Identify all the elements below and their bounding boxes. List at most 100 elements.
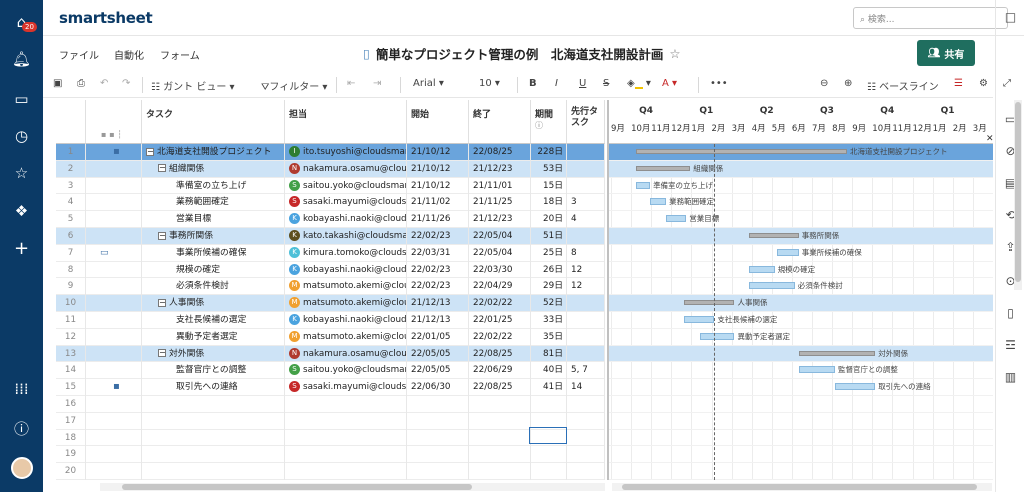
duration-cell[interactable]: 20日	[531, 211, 567, 228]
assignee-cell[interactable]: Mmatsumoto.akemi@clouds	[285, 295, 407, 312]
predecessor-cell[interactable]	[567, 328, 605, 346]
end-date-cell[interactable]: 22/08/25	[469, 379, 531, 396]
row-number[interactable]: 3	[56, 177, 86, 195]
table-row[interactable]: 15 ▪ 取引先への連絡 Ssasaki.mayumi@cloudsm 22/06/30…	[56, 379, 605, 396]
assignee-cell[interactable]: Ssaitou.yoko@cloudsmart	[285, 362, 407, 380]
row-icons[interactable]	[86, 278, 142, 296]
share-button[interactable]: 👥︎ 共有	[917, 40, 975, 66]
favorite-star-icon[interactable]: ☆	[669, 46, 680, 61]
row-number[interactable]: 2	[56, 160, 86, 178]
row-number[interactable]: 15	[56, 379, 86, 396]
summary-icon[interactable]: ▯	[996, 306, 1024, 320]
task-cell[interactable]: 規模の確定	[142, 261, 285, 279]
table-row[interactable]: 8 規模の確定 Kkobayashi.naoki@clouds 22/02/23 22/…	[56, 261, 605, 279]
bell-icon[interactable]: 🔔︎	[0, 50, 43, 68]
end-date-cell[interactable]: 22/05/04	[469, 244, 531, 262]
assignee-cell[interactable]: Iito.tsuyoshi@cloudsmart	[285, 144, 407, 161]
task-cell[interactable]: 営業目標	[142, 211, 285, 228]
row-icons[interactable]	[86, 429, 142, 447]
task-cell[interactable]	[142, 396, 285, 413]
duration-cell[interactable]	[531, 396, 567, 413]
table-row[interactable]: 19	[56, 446, 605, 464]
end-date-cell[interactable]: 21/12/23	[469, 160, 531, 178]
predecessor-cell[interactable]	[567, 160, 605, 178]
table-row[interactable]: 9 必須条件検討 Mmatsumoto.akemi@clouds22/02/2322…	[56, 278, 605, 296]
table-row[interactable]: 5 営業目標 Kkobayashi.naoki@clouds 21/11/26 21/1…	[56, 211, 605, 228]
end-date-cell[interactable]	[469, 429, 531, 447]
row-number[interactable]: 6	[56, 228, 86, 245]
expand-icon[interactable]: ⤢	[1003, 78, 1011, 89]
end-date-cell[interactable]: 22/08/25	[469, 345, 531, 363]
duration-cell[interactable]: 51日	[531, 228, 567, 245]
predecessor-cell[interactable]: 8	[567, 244, 605, 262]
start-date-cell[interactable]	[407, 463, 469, 480]
undo-icon[interactable]: ↶	[100, 78, 108, 89]
task-cell[interactable]	[142, 429, 285, 447]
assignee-cell[interactable]: Nnakamura.osamu@clouds	[285, 160, 407, 178]
gantt-bar[interactable]	[700, 332, 735, 340]
underline-icon[interactable]: U	[579, 78, 586, 89]
gantt-bar[interactable]	[636, 165, 691, 171]
start-date-cell[interactable]	[407, 412, 469, 430]
gantt-bar[interactable]	[684, 300, 735, 306]
save-icon[interactable]: ▣	[53, 78, 62, 89]
start-date-cell[interactable]: 22/02/23	[407, 228, 469, 245]
predecessor-cell[interactable]: 12	[567, 261, 605, 279]
row-icons[interactable]	[86, 194, 142, 212]
predecessor-cell[interactable]	[567, 429, 605, 447]
zoom-in-icon[interactable]: ⊕	[844, 78, 852, 89]
duration-cell[interactable]: 29日	[531, 278, 567, 296]
end-date-cell[interactable]: 21/12/23	[469, 211, 531, 228]
row-icons[interactable]	[86, 228, 142, 245]
duration-cell[interactable]: 53日	[531, 160, 567, 178]
gantt-bar[interactable]	[834, 383, 876, 391]
font-dropdown[interactable]: Arial ▾	[413, 78, 444, 89]
predecessor-cell[interactable]	[567, 345, 605, 363]
fill-color-icon[interactable]: ◈ ▾	[627, 78, 651, 89]
table-row[interactable]: 6− 事務所関係 Kkato.takashi@cloudsmar 22/02/23 22…	[56, 228, 605, 245]
task-cell[interactable]: − 事務所関係	[142, 228, 285, 245]
predecessor-cell[interactable]: 5, 7	[567, 362, 605, 380]
table-row[interactable]: 17	[56, 412, 605, 430]
start-date-cell[interactable]: 21/10/12	[407, 144, 469, 161]
task-cell[interactable]: 監督官庁との調整	[142, 362, 285, 380]
row-number[interactable]: 8	[56, 261, 86, 279]
table-row[interactable]: 2− 組織関係 Nnakamura.osamu@clouds 21/10/12 21/1…	[56, 160, 605, 178]
row-icons[interactable]	[86, 295, 142, 312]
row-number[interactable]: 9	[56, 278, 86, 296]
column-header-end[interactable]: 終了	[469, 100, 531, 144]
gantt-bar[interactable]	[748, 233, 799, 238]
task-cell[interactable]: 異動予定者選定	[142, 328, 285, 346]
gantt-bar[interactable]	[798, 366, 835, 374]
assignee-cell[interactable]	[285, 412, 407, 430]
start-date-cell[interactable]: 21/11/26	[407, 211, 469, 228]
task-cell[interactable]	[142, 412, 285, 430]
row-number[interactable]: 14	[56, 362, 86, 380]
critical-path-icon[interactable]: ☰	[954, 78, 963, 89]
row-icons[interactable]: ▪	[86, 379, 142, 396]
task-cell[interactable]: − 組織関係	[142, 160, 285, 178]
row-icons[interactable]	[86, 261, 142, 279]
assignee-cell[interactable]: Kkato.takashi@cloudsmar	[285, 228, 407, 245]
row-number[interactable]: 1	[56, 144, 86, 161]
reports-icon[interactable]: ▥	[996, 370, 1024, 384]
row-icons[interactable]	[86, 211, 142, 228]
folder-icon[interactable]: ▭	[0, 90, 43, 108]
zoom-out-icon[interactable]: ⊖	[820, 78, 828, 89]
task-cell[interactable]: 業務範囲確定	[142, 194, 285, 212]
table-row[interactable]: 14 監督官庁との調整 Ssaitou.yoko@cloudsmart 22/05/0…	[56, 362, 605, 380]
row-icons[interactable]	[86, 177, 142, 195]
duration-cell[interactable]	[531, 446, 567, 464]
settings-icon[interactable]: ⚙	[979, 78, 988, 89]
predecessor-cell[interactable]	[567, 228, 605, 245]
start-date-cell[interactable]	[407, 446, 469, 464]
row-number[interactable]: 5	[56, 211, 86, 228]
clock-icon[interactable]: ◷	[0, 127, 43, 145]
start-date-cell[interactable]: 22/02/23	[407, 261, 469, 279]
collapse-toggle-icon[interactable]: −	[158, 231, 166, 240]
help-icon[interactable]: ⓘ	[0, 418, 43, 439]
assignee-cell[interactable]: Nnakamura.osamu@clouds	[285, 345, 407, 363]
row-number[interactable]: 17	[56, 412, 86, 430]
start-date-cell[interactable]: 21/10/12	[407, 177, 469, 195]
duration-cell[interactable]: 81日	[531, 345, 567, 363]
